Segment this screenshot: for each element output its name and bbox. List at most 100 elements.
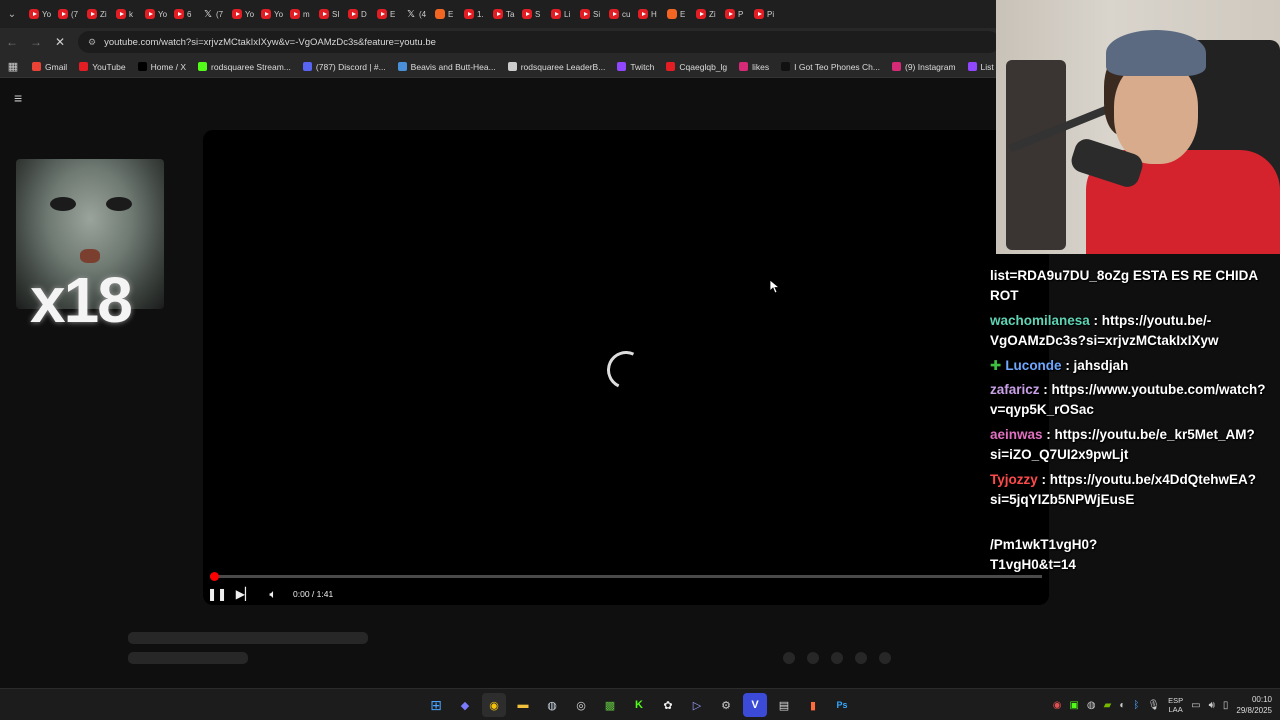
browser-tab[interactable]: Yo: [227, 3, 256, 25]
input-language[interactable]: ESP LAA: [1168, 696, 1183, 714]
bookmark-item[interactable]: rodsquaree Stream...: [192, 62, 297, 72]
bookmark-item[interactable]: rodsquaree LeaderB...: [502, 62, 612, 72]
browser-tab[interactable]: Yo: [140, 3, 169, 25]
chat-message-line: Tyjozzy : https://youtu.be/x4DdQtehwEA?: [990, 470, 1270, 490]
tab-title: E: [680, 9, 686, 19]
forward-arrow-icon[interactable]: →: [24, 30, 48, 54]
url-text: youtube.com/watch?si=xrjvzMCtakIxIXyw&v=…: [104, 36, 436, 48]
tab-title: H: [651, 9, 657, 19]
video-player[interactable]: ❚❚ ▶▏ 🔈︎ 0:00 / 1:41: [203, 130, 1049, 605]
browser-tab[interactable]: E: [662, 3, 691, 25]
colorful-app-icon[interactable]: ▮: [801, 693, 825, 717]
scrubber-handle[interactable]: [210, 572, 219, 581]
bookmark-item[interactable]: I Got Teo Phones Ch...: [775, 62, 886, 72]
chat-message: wachomilanesa : https://youtu.be/- VgOAMz…: [990, 311, 1270, 351]
file-explorer-icon[interactable]: ▬: [511, 693, 535, 717]
windows-taskbar: ⊞ ◆ ◉ ▬ ◍ ◎ ▩ K ✿ ▷ ⚙ V ▤ ▮ Ps ◉ ▣ ◍ ▰ ◐…: [0, 688, 1280, 720]
bookmark-item[interactable]: likes: [733, 62, 775, 72]
browser-tab[interactable]: 𝕏 (7: [198, 3, 227, 25]
bluetooth-icon[interactable]: ᛒ: [1133, 700, 1139, 711]
site-info-icon[interactable]: ⚙: [88, 37, 96, 48]
tray-app-icon[interactable]: ◉: [1053, 700, 1062, 711]
bookmark-item[interactable]: (787) Discord | #...: [297, 62, 392, 72]
tab-title: Pi: [767, 9, 775, 19]
taskbar-clock[interactable]: 00:10 29/8/2025: [1236, 694, 1272, 716]
chat-badge-icon: ✚: [990, 358, 1002, 373]
title-placeholder: [128, 632, 368, 644]
browser-tab[interactable]: Yo: [256, 3, 285, 25]
vegas-icon[interactable]: V: [743, 693, 767, 717]
browser-tab[interactable]: cu: [604, 3, 633, 25]
bookmark-item[interactable]: Beavis and Butt-Hea...: [392, 62, 502, 72]
browser-tab[interactable]: S: [517, 3, 546, 25]
bookmark-item[interactable]: Home / X: [132, 62, 192, 72]
windows-start-icon[interactable]: ⊞: [424, 693, 448, 717]
browser-tab[interactable]: Zi: [82, 3, 111, 25]
battery-icon[interactable]: ▯: [1223, 700, 1229, 711]
bookmark-item[interactable]: List of Pro: [962, 62, 1000, 72]
browser-tab[interactable]: 𝕏 (4: [401, 3, 430, 25]
kick-icon: [198, 62, 208, 71]
browser-tab[interactable]: (7: [53, 3, 82, 25]
next-video-icon[interactable]: ▶▏: [231, 587, 259, 601]
browser-tab[interactable]: m: [285, 3, 314, 25]
browser-tab[interactable]: SI: [314, 3, 343, 25]
address-bar[interactable]: ⚙ youtube.com/watch?si=xrjvzMCtakIxIXyw&…: [78, 31, 1000, 53]
tab-search-chevron-icon[interactable]: ⌄: [0, 2, 24, 26]
browser-tab[interactable]: Ta: [488, 3, 517, 25]
cat-left-eye: [50, 197, 76, 211]
chat-message: ✚ Luconde : jahsdjah: [990, 356, 1270, 376]
tray-nvidia-icon[interactable]: ▰: [1104, 700, 1112, 711]
minecraft-icon[interactable]: ▩: [598, 693, 622, 717]
tab-title: Si: [593, 9, 601, 19]
volume-icon[interactable]: 🔈︎: [259, 587, 287, 602]
browser-tab[interactable]: H: [633, 3, 662, 25]
chatgpt-icon[interactable]: ✿: [656, 693, 680, 717]
kick-icon[interactable]: K: [627, 693, 651, 717]
progress-bar[interactable]: [210, 572, 1042, 581]
cat-nose: [80, 249, 100, 263]
network-icon[interactable]: ▭: [1191, 700, 1200, 711]
browser-tab[interactable]: Si: [575, 3, 604, 25]
browser-tab[interactable]: P: [720, 3, 749, 25]
back-arrow-icon[interactable]: ←: [0, 30, 24, 54]
chat-username: wachomilanesa: [990, 313, 1090, 328]
obs-icon[interactable]: ◎: [569, 693, 593, 717]
photoshop-icon[interactable]: Ps: [830, 693, 854, 717]
browser-tab[interactable]: 1.: [459, 3, 488, 25]
apps-grid-icon[interactable]: ▦: [0, 60, 26, 73]
screen: ⌄ Yo (7 Zi k Yo 6 𝕏 (7 Yo Yo m SI D E 𝕏 (4 E 1. Ta S Li Si cu H…: [0, 0, 1280, 720]
bookmark-item[interactable]: (9) Instagram: [886, 62, 962, 72]
pause-icon[interactable]: ❚❚: [203, 587, 231, 601]
chrome-icon[interactable]: ◉: [482, 693, 506, 717]
youtube-icon: [79, 62, 89, 71]
settings-icon[interactable]: ⚙: [714, 693, 738, 717]
tray-steam-icon[interactable]: ◍: [1087, 700, 1096, 711]
browser-tab[interactable]: 6: [169, 3, 198, 25]
tray-app2-icon[interactable]: ◐: [1119, 700, 1125, 711]
bookmark-item[interactable]: Twitch: [611, 62, 660, 72]
browser-tab[interactable]: Pi: [749, 3, 778, 25]
browser-tab[interactable]: k: [111, 3, 140, 25]
tray-kick-icon[interactable]: ▣: [1069, 700, 1078, 711]
stop-loading-icon[interactable]: ✕: [48, 30, 72, 54]
tiktok-icon: [781, 62, 791, 71]
steam-icon[interactable]: ◍: [540, 693, 564, 717]
speaker-icon[interactable]: 🔊︎: [1209, 700, 1215, 711]
browser-tab[interactable]: E: [430, 3, 459, 25]
app-launcher-icon[interactable]: ◆: [453, 693, 477, 717]
bookmark-item[interactable]: Gmail: [26, 62, 73, 72]
browser-tab[interactable]: Zi: [691, 3, 720, 25]
browser-tab[interactable]: E: [372, 3, 401, 25]
bookmark-item[interactable]: Cqaeglqb_lg: [660, 62, 733, 72]
browser-tab[interactable]: D: [343, 3, 372, 25]
calendar-app-icon[interactable]: ▤: [772, 693, 796, 717]
browser-tab[interactable]: Li: [546, 3, 575, 25]
browser-toolbar: ← → ✕ ⚙ youtube.com/watch?si=xrjvzMCtakI…: [0, 28, 1000, 56]
media-player-icon[interactable]: ▷: [685, 693, 709, 717]
hamburger-menu-icon[interactable]: ≡: [14, 90, 22, 106]
microphone-tray-icon[interactable]: 🎙︎: [1147, 700, 1160, 711]
bookmark-label: (787) Discord | #...: [315, 61, 386, 72]
browser-tab[interactable]: Yo: [24, 3, 53, 25]
bookmark-item[interactable]: YouTube: [73, 62, 131, 72]
